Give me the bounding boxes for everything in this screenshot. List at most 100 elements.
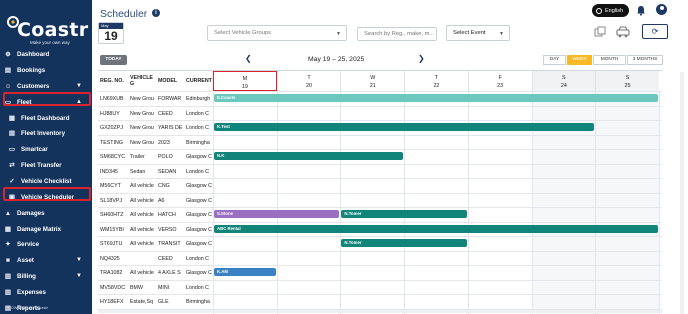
date-card[interactable]: May 19 <box>98 22 124 44</box>
sidebar-item-damage-matrix[interactable]: ▦ Damage Matrix <box>4 222 90 236</box>
date-card-day: 19 <box>104 29 118 43</box>
smartcar-icon: ▭ <box>8 146 16 153</box>
sidebar-item-billing[interactable]: ▥ Billing ▼ <box>4 269 90 283</box>
sidebar-item-fleet-dashboard[interactable]: ▦ Fleet Dashboard <box>4 111 90 125</box>
info-icon[interactable]: i <box>152 9 160 17</box>
day-date: 25 <box>624 83 631 89</box>
sidebar-item-smartcar[interactable]: ▭ Smartcar <box>4 142 90 156</box>
language-button[interactable]: English <box>592 4 629 17</box>
day-header[interactable]: F 23 <box>467 71 532 91</box>
sidebar-item-fleet-transfer[interactable]: ⇄ Fleet Transfer <box>4 158 90 172</box>
table-row[interactable]: TRA1082 All vehicle 4 AXLE S Glasgow C <box>98 265 662 280</box>
day-header[interactable]: M 19 <box>213 71 277 91</box>
scheduler-grid: REG. NO. VEHICLE G MODEL CURRENT M 19 T 20 W 21 T 2… <box>98 70 662 314</box>
next-week-arrow-icon[interactable]: ❯ <box>418 54 425 63</box>
table-cell: M56CYT <box>100 183 121 189</box>
table-cell: Glasgow C <box>186 197 212 204</box>
booking-event[interactable]: N.K <box>214 152 404 160</box>
table-row[interactable]: MV58VDC BMW MINI London C <box>98 279 662 295</box>
view-3months-button[interactable]: 3 MONTHS <box>627 55 663 65</box>
view-day-button[interactable]: DAY <box>543 55 566 65</box>
sidebar-item-label: Damage Matrix <box>17 225 62 233</box>
chevron-down-icon[interactable]: ▼ <box>76 83 82 89</box>
bookings-icon: ▤ <box>4 67 12 74</box>
user-avatar-icon[interactable] <box>656 4 667 15</box>
damages-icon: ▲ <box>4 209 12 217</box>
date-range-label: May 19 – 25, 2025 <box>308 56 365 63</box>
sidebar-item-customers[interactable]: ☺ Customers ▼ <box>4 79 90 93</box>
day-header[interactable]: W 21 <box>340 71 404 91</box>
sidebar-item-vehicle-checklist[interactable]: ✓ Vehicle Checklist <box>4 174 90 188</box>
vehicle-icon[interactable] <box>615 24 631 40</box>
event-select[interactable]: Select Event ▼ <box>446 25 510 41</box>
table-row[interactable]: TESTING New Grou 2023 Birmingha <box>98 134 662 150</box>
booking-event[interactable]: K.AM <box>214 268 276 276</box>
table-row[interactable]: SL18VPJ All vehicle A6 Glasgow C <box>98 192 662 208</box>
vehicle-groups-select[interactable]: Select Vehicle Groups ▼ <box>207 25 347 41</box>
day-date: 21 <box>369 83 376 89</box>
column-header[interactable]: REG. NO. <box>100 71 130 91</box>
sidebar-item-label: Fleet Dashboard <box>21 114 70 122</box>
sidebar-item-label: Expenses <box>17 288 46 296</box>
table-cell: GX20ZPJ <box>100 125 123 131</box>
table-cell: BMW <box>130 284 143 291</box>
table-cell: Glasgow C <box>186 241 212 247</box>
sidebar-item-bookings[interactable]: ▤ Bookings <box>4 63 90 77</box>
table-cell: 4 AXLE S <box>158 270 181 276</box>
logo-text: Coastr <box>17 19 89 41</box>
table-cell: London C <box>186 168 209 175</box>
view-month-button[interactable]: MONTH <box>593 55 626 65</box>
table-cell: London C <box>186 284 209 291</box>
booking-event[interactable]: S.Stone <box>214 210 340 218</box>
booking-event[interactable]: K.Test <box>214 123 595 131</box>
sidebar-item-label: Fleet Transfer <box>21 161 62 169</box>
day-header[interactable]: S 25 <box>595 71 659 91</box>
sidebar-item-dashboard[interactable]: ⊕ Dashboard <box>4 47 90 61</box>
table-row[interactable]: NQ4325 CEED London C <box>98 250 662 266</box>
table-cell: CEED <box>158 255 173 262</box>
chevron-down-icon[interactable]: ▼ <box>76 273 82 279</box>
booking-event[interactable]: E.Coasts <box>214 94 658 102</box>
sidebar-item-fleet-inventory[interactable]: ▤ Fleet Inventory <box>4 126 90 140</box>
table-row[interactable]: HY18EFX Estate,Sq GLE Birmingha <box>98 294 662 309</box>
logo[interactable]: Coastr Make your own way <box>7 10 88 45</box>
table-cell: SM68CYC <box>100 154 126 160</box>
column-header[interactable]: CURRENT <box>186 71 212 91</box>
table-cell: CEED <box>158 110 173 117</box>
table-cell: MV58VDC <box>100 284 126 291</box>
view-week-button[interactable]: WEEK <box>567 55 592 65</box>
vertical-scrollbar[interactable] <box>680 72 684 314</box>
sidebar-item-service[interactable]: ✦ Service <box>4 237 90 251</box>
table-row[interactable]: IND345 Sedan SEDAN London C <box>98 163 662 179</box>
table-cell: A6 <box>158 197 165 204</box>
sidebar-item-label: Damages <box>17 209 45 217</box>
horizontal-scrollbar[interactable] <box>98 310 662 313</box>
sidebar-item-damages[interactable]: ▲ Damages <box>4 206 90 220</box>
bulk-transfer-icon[interactable] <box>592 24 608 40</box>
booking-event[interactable]: N.Tomer <box>341 239 467 247</box>
logo-tagline: Make your own way <box>30 40 70 45</box>
table-cell: New Grou <box>130 96 154 102</box>
language-label: English <box>605 7 624 14</box>
search-input[interactable] <box>357 27 437 41</box>
prev-week-arrow-icon[interactable]: ❮ <box>245 54 252 63</box>
chevron-down-icon[interactable]: ▼ <box>76 257 82 263</box>
day-header[interactable]: T 20 <box>276 71 341 91</box>
today-button[interactable]: TODAY <box>100 55 127 65</box>
sidebar-item-label: Smartcar <box>21 145 48 153</box>
booking-event[interactable]: ABC Rental <box>214 224 658 233</box>
table-row[interactable]: HJ88UY New Grou CEED London C <box>98 105 662 121</box>
column-header[interactable]: MODEL <box>158 71 186 91</box>
table-cell: HATCH <box>158 212 176 218</box>
day-header[interactable]: S 24 <box>531 71 596 91</box>
table-cell: Glasgow C <box>186 212 212 218</box>
bell-icon[interactable] <box>636 5 646 16</box>
booking-event[interactable]: N.Tomer <box>341 210 467 218</box>
sidebar-item-expenses[interactable]: ▥ Expenses <box>4 285 90 299</box>
sidebar-item-asset[interactable]: ■ Asset ▼ <box>4 253 90 267</box>
day-header[interactable]: T 22 <box>404 71 468 91</box>
table-cell: NQ4325 <box>100 255 120 262</box>
column-header[interactable]: VEHICLE G <box>130 71 158 91</box>
table-row[interactable]: M56CYT All vehicle CNG Glasgow C <box>98 178 662 193</box>
refresh-button[interactable]: ⟳ <box>642 24 668 39</box>
